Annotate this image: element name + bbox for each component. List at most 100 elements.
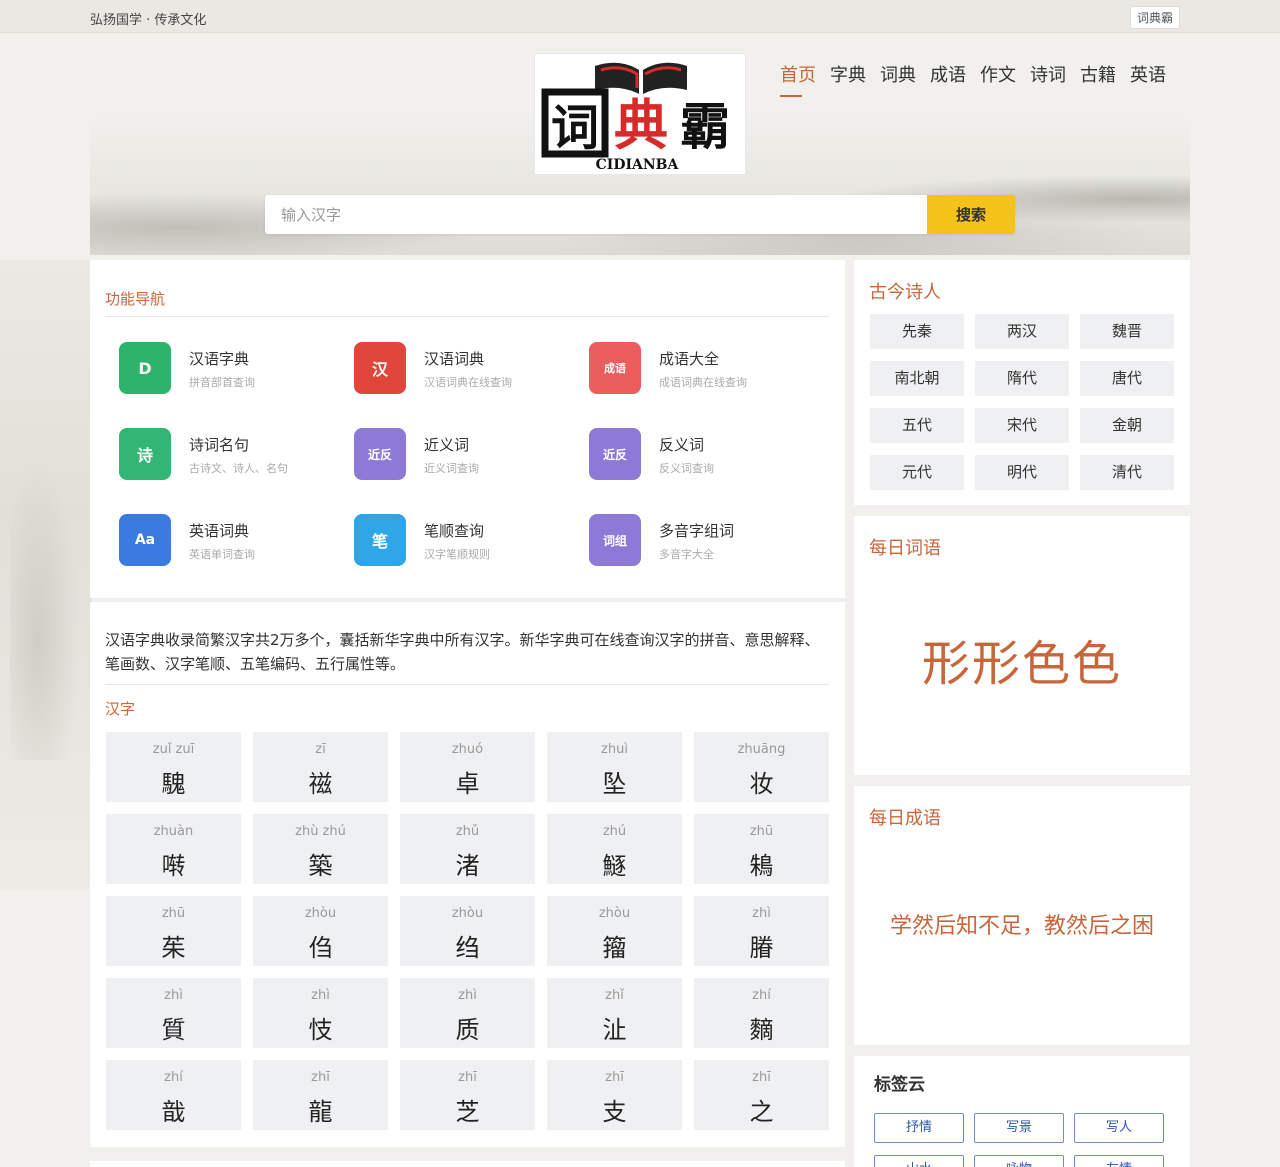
hanzi-pinyin: zhǔ	[455, 824, 480, 839]
hanzi-cell[interactable]: zhòu 籀	[547, 896, 682, 966]
era-button[interactable]: 先秦	[870, 314, 964, 349]
hanzi-cell[interactable]: zhī 龍	[253, 1060, 388, 1130]
hanzi-cell[interactable]: zhī 芝	[400, 1060, 535, 1130]
era-button[interactable]: 南北朝	[870, 361, 964, 396]
daily-word[interactable]: 形形色色	[854, 624, 1190, 694]
hanzi-cell[interactable]: zhí 戠	[106, 1060, 241, 1130]
nav-guji[interactable]: 古籍	[1080, 61, 1116, 87]
hanzi-cell[interactable]: zhǐ 沚	[547, 978, 682, 1048]
daily-idiom-panel: 每日成语 学然后知不足，教然后之困	[854, 786, 1190, 1045]
hanzi-cell[interactable]: zhuāng 妆	[694, 732, 829, 802]
hanzi-character: 卓	[455, 770, 480, 798]
feature-hanyu-cidian[interactable]: 汉 汉语词典 汉语词典在线查询	[354, 342, 574, 402]
nav-cidian[interactable]: 词典	[880, 61, 916, 87]
hanzi-cell[interactable]: zhī 支	[547, 1060, 682, 1130]
era-button[interactable]: 隋代	[975, 361, 1069, 396]
synonym-book-icon: 近反	[354, 428, 406, 480]
feature-hanyu-zidian[interactable]: D 汉语字典 拼音部首查询	[119, 342, 339, 402]
hanzi-character: 妆	[749, 770, 774, 798]
era-button[interactable]: 清代	[1080, 455, 1174, 490]
header: 词 典 霸 CIDIANBA 首页 字典 词典 成语 作文 诗词 古籍 英语 搜…	[90, 33, 1190, 255]
feature-english[interactable]: Aa 英语词典 英语单词查询	[119, 514, 339, 574]
feature-stroke-order[interactable]: 笔 笔顺查询 汉字笔顺规则	[354, 514, 574, 574]
era-button[interactable]: 魏晋	[1080, 314, 1174, 349]
hanzi-cell[interactable]: zhú 鱁	[547, 814, 682, 884]
era-button[interactable]: 金朝	[1080, 408, 1174, 443]
feature-antonym[interactable]: 近反 反义词 反义词查询	[589, 428, 809, 488]
svg-text:典: 典	[614, 94, 668, 157]
site-link[interactable]: 词典霸	[1129, 6, 1180, 29]
hanzi-pinyin: zhì	[311, 988, 330, 1003]
hanzi-cell[interactable]: zhì 忮	[253, 978, 388, 1048]
hanzi-pinyin: zhì	[458, 988, 477, 1003]
han-book-icon: 汉	[354, 342, 406, 394]
hanzi-cell[interactable]: zhòu 绉	[400, 896, 535, 966]
era-button[interactable]: 元代	[870, 455, 964, 490]
hanzi-panel: 汉语字典收录简繁汉字共2万多个，囊括新华字典中所有汉字。新华字典可在线查询汉字的…	[90, 602, 845, 1147]
hanzi-cell[interactable]: zhì 质	[400, 978, 535, 1048]
nav-home[interactable]: 首页	[780, 61, 816, 97]
hanzi-cell[interactable]: zhuàn 啭	[106, 814, 241, 884]
era-button[interactable]: 明代	[975, 455, 1069, 490]
hanzi-cell[interactable]: zhí 䵂	[694, 978, 829, 1048]
hanzi-cell[interactable]: zhū 鴸	[694, 814, 829, 884]
hanzi-cell[interactable]: zhǔ 渚	[400, 814, 535, 884]
tag-link[interactable]: 写景	[974, 1113, 1064, 1143]
era-button[interactable]: 两汉	[975, 314, 1069, 349]
hanzi-character: 鴸	[749, 852, 774, 880]
hanzi-character: 渚	[455, 852, 480, 880]
search-button[interactable]: 搜索	[927, 195, 1015, 234]
feature-desc: 成语词典在线查询	[659, 376, 747, 389]
dictionary-icon: D	[119, 342, 171, 394]
feature-name: 成语大全	[659, 350, 720, 368]
feature-name: 反义词	[659, 436, 705, 454]
svg-text:词: 词	[551, 100, 599, 156]
nav-yingyu[interactable]: 英语	[1130, 61, 1166, 87]
feature-polyphone[interactable]: 词组 多音字组词 多音字大全	[589, 514, 809, 574]
daily-idiom[interactable]: 学然后知不足，教然后之困	[854, 908, 1190, 940]
tag-link[interactable]: 写人	[1074, 1113, 1164, 1143]
hanzi-pinyin: zhì	[752, 906, 771, 921]
site-logo[interactable]: 词 典 霸 CIDIANBA	[534, 53, 746, 175]
hanzi-pinyin: zhí	[752, 988, 771, 1003]
feature-name: 汉语字典	[189, 350, 250, 368]
hanzi-cell[interactable]: zhuì 坠	[547, 732, 682, 802]
hanzi-cell[interactable]: zhòu 㑇	[253, 896, 388, 966]
hanzi-character: 㑇	[308, 934, 333, 962]
hanzi-pinyin: zhuì	[601, 742, 628, 757]
tag-link[interactable]: 友情	[1074, 1155, 1164, 1167]
era-button[interactable]: 宋代	[975, 408, 1069, 443]
feature-synonym[interactable]: 近反 近义词 近义词查询	[354, 428, 574, 488]
feature-chengyu[interactable]: 成语 成语大全 成语词典在线查询	[589, 342, 809, 402]
hanzi-cell[interactable]: zī 禌	[253, 732, 388, 802]
hanzi-pinyin: zhū	[161, 906, 186, 921]
dictionary-intro: 汉语字典收录简繁汉字共2万多个，囊括新华字典中所有汉字。新华字典可在线查询汉字的…	[105, 631, 820, 673]
feature-name: 英语词典	[189, 522, 250, 540]
hanzi-cell[interactable]: zhù zhú 築	[253, 814, 388, 884]
hanzi-pinyin: zhuàn	[153, 824, 194, 839]
tag-link[interactable]: 抒情	[874, 1113, 964, 1143]
hanzi-cell[interactable]: zhuó 卓	[400, 732, 535, 802]
era-button[interactable]: 唐代	[1080, 361, 1174, 396]
hanzi-cell[interactable]: zhī 之	[694, 1060, 829, 1130]
tag-link[interactable]: 山水	[874, 1155, 964, 1167]
era-button[interactable]: 五代	[870, 408, 964, 443]
hanzi-cell[interactable]: zhì 膡	[694, 896, 829, 966]
hanzi-pinyin: zhú	[602, 824, 627, 839]
nav-shici[interactable]: 诗词	[1030, 61, 1066, 87]
nav-zidian[interactable]: 字典	[830, 61, 866, 87]
hanzi-pinyin: zhī	[458, 1070, 477, 1085]
hanzi-cell[interactable]: zhū 茱	[106, 896, 241, 966]
hanzi-cell[interactable]: zuǐ zuī 騩	[106, 732, 241, 802]
feature-shici[interactable]: 诗 诗词名句 古诗文、诗人、名句	[119, 428, 339, 488]
hanzi-character: 芝	[455, 1098, 480, 1126]
tag-link[interactable]: 咏物	[974, 1155, 1064, 1167]
main-nav: 首页 字典 词典 成语 作文 诗词 古籍 英语	[780, 61, 1166, 97]
hanzi-cell[interactable]: zhì 質	[106, 978, 241, 1048]
next-panel-edge	[90, 1161, 845, 1167]
search-input[interactable]	[265, 195, 927, 234]
nav-zuowen[interactable]: 作文	[980, 61, 1016, 87]
hanzi-character: 騩	[161, 770, 186, 798]
hanzi-character: 龍	[308, 1098, 333, 1126]
nav-chengyu[interactable]: 成语	[930, 61, 966, 87]
